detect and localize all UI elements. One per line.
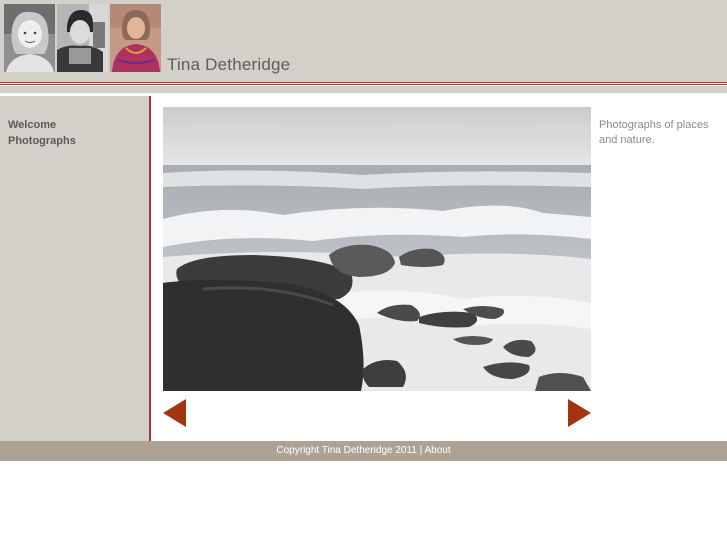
header-band bbox=[0, 86, 727, 93]
left-arrow-icon bbox=[163, 399, 186, 427]
about-link[interactable]: About bbox=[424, 445, 450, 456]
portrait-adult-photo bbox=[110, 4, 161, 72]
page-description: Photographs of places and nature. bbox=[599, 119, 709, 146]
next-photo-button[interactable] bbox=[567, 399, 591, 427]
main-gallery-photo bbox=[163, 107, 591, 391]
footer-text: Copyright Tina Detheridge 2011 | About bbox=[0, 445, 727, 456]
sidebar: Welcome Photographs bbox=[0, 96, 149, 441]
portrait-young-adult-photo bbox=[57, 4, 108, 72]
site-header: Tina Detheridge bbox=[0, 0, 727, 82]
nav-link-photographs[interactable]: Photographs bbox=[8, 135, 76, 147]
nav-link-welcome[interactable]: Welcome bbox=[8, 119, 56, 131]
portrait-child-photo bbox=[4, 4, 55, 72]
header-rule-top bbox=[0, 82, 727, 83]
previous-photo-button[interactable] bbox=[163, 399, 187, 427]
sidebar-divider bbox=[149, 96, 151, 441]
site-footer: Copyright Tina Detheridge 2011 | About bbox=[0, 441, 727, 461]
right-arrow-icon bbox=[568, 399, 591, 427]
header-rule-bottom bbox=[0, 84, 727, 85]
copyright-text: Copyright Tina Detheridge 2011 bbox=[276, 445, 417, 456]
site-title: Tina Detheridge bbox=[167, 55, 291, 74]
